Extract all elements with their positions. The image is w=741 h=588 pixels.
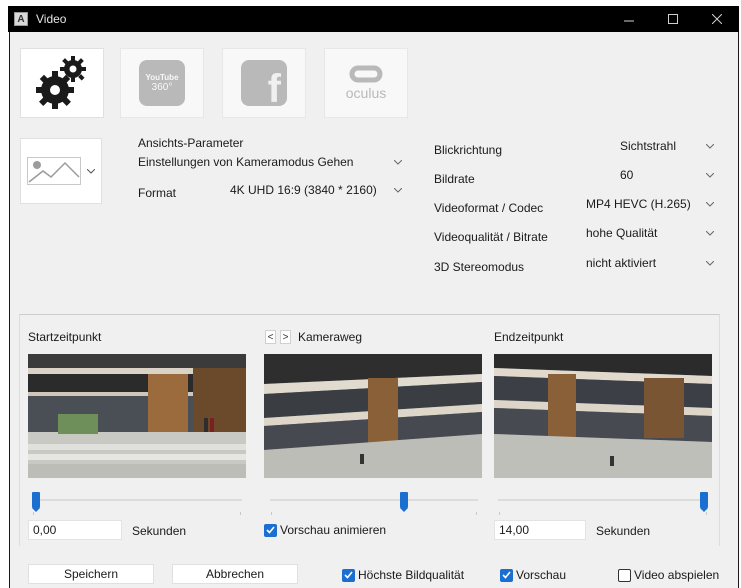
chevron-down-icon	[87, 168, 95, 174]
settings-tile[interactable]	[20, 48, 104, 118]
animate-preview-label: Vorschau animieren	[280, 523, 387, 537]
camera-prev-button[interactable]: <	[265, 330, 276, 344]
setting-select-videoqualitaet[interactable]: hohe Qualität	[584, 223, 720, 243]
setting-label-bildrate: Bildrate	[434, 172, 475, 186]
preview-checkbox[interactable]: Vorschau	[500, 568, 566, 582]
setting-value-bildrate: 60	[620, 168, 634, 182]
facebook-letter: f	[267, 67, 281, 106]
view-params-label: Ansichts-Parameter	[138, 136, 244, 150]
slider-ticks	[32, 512, 242, 516]
format-value: 4K UHD 16:9 (3840 * 2160)	[230, 183, 377, 197]
start-preview-image	[28, 354, 246, 478]
setting-label-stereomodus: 3D Stereomodus	[434, 260, 525, 274]
youtube-360-tile[interactable]: YouTube 360°	[120, 48, 204, 118]
camera-path-label: Kameraweg	[298, 330, 363, 344]
format-select[interactable]: 4K UHD 16:9 (3840 * 2160)	[228, 180, 408, 200]
end-time-slider[interactable]	[498, 490, 708, 515]
youtube-360-text: 360°	[151, 82, 173, 93]
play-video-checkbox[interactable]: Video abspielen	[618, 568, 719, 582]
oculus-label: oculus	[345, 85, 387, 101]
setting-select-videoformat[interactable]: MP4 HEVC (H.265)	[584, 194, 720, 214]
checkbox-box[interactable]	[500, 568, 513, 582]
preview-label: Vorschau	[516, 568, 567, 582]
chevron-down-icon	[392, 156, 404, 168]
youtube-360-icon: YouTube 360°	[139, 60, 185, 106]
facebook-icon: f	[241, 60, 287, 106]
setting-value-blickrichtung: Sichtstrahl	[620, 139, 677, 153]
checkbox-box[interactable]	[264, 523, 277, 537]
checkbox-box[interactable]	[342, 568, 355, 582]
oculus-ring-icon	[349, 65, 383, 83]
start-time-input[interactable]: 0,00	[28, 520, 122, 540]
camera-scene-image	[264, 354, 482, 478]
setting-label-blickrichtung: Blickrichtung	[434, 143, 503, 157]
best-quality-checkbox[interactable]: Höchste Bildqualität	[342, 568, 464, 582]
start-unit-label: Sekunden	[132, 524, 187, 538]
cancel-button[interactable]: Abbrechen	[172, 564, 298, 584]
window-controls	[607, 6, 739, 32]
slider-thumb[interactable]	[700, 492, 708, 512]
setting-value-videoformat: MP4 HEVC (H.265)	[586, 197, 691, 211]
setting-select-bildrate[interactable]: 60	[584, 165, 720, 185]
save-button[interactable]: Speichern	[28, 564, 154, 584]
slider-ticks	[270, 512, 478, 516]
play-video-label: Video abspielen	[634, 568, 720, 582]
facebook-tile[interactable]: f	[222, 48, 306, 118]
oculus-tile[interactable]: oculus	[324, 48, 408, 118]
slider-track	[498, 499, 708, 501]
setting-value-videoqualitaet: hohe Qualität	[586, 226, 658, 240]
setting-value-stereomodus: nicht aktiviert	[586, 256, 657, 270]
chevron-down-icon	[704, 169, 716, 181]
end-scene-image	[494, 354, 712, 478]
start-scene-image	[28, 354, 246, 478]
end-time-label: Endzeitpunkt	[494, 330, 564, 344]
image-landscape-icon	[27, 157, 81, 185]
title-bar-inner: A Video	[8, 6, 739, 32]
format-label: Format	[138, 186, 177, 200]
slider-track	[32, 499, 242, 501]
end-unit-label: Sekunden	[596, 524, 651, 538]
chevron-down-icon	[704, 140, 716, 152]
start-time-slider[interactable]	[32, 490, 242, 515]
youtube-logo-text: YouTube	[145, 73, 179, 82]
gears-icon	[36, 56, 86, 109]
view-params-select[interactable]: Einstellungen von Kameramodus Gehen	[136, 152, 408, 172]
end-preview-image	[494, 354, 712, 478]
window-title: Video	[36, 12, 67, 26]
setting-select-stereomodus[interactable]: nicht aktiviert	[584, 253, 720, 273]
end-time-input[interactable]: 14,00	[494, 520, 586, 540]
maximize-icon[interactable]	[651, 6, 695, 32]
minimize-icon[interactable]	[607, 6, 651, 32]
setting-label-videoformat: Videoformat / Codec	[434, 201, 544, 215]
camera-path-slider[interactable]	[270, 490, 478, 515]
animate-preview-checkbox[interactable]: Vorschau animieren	[264, 523, 386, 537]
title-bar: A Video	[0, 0, 741, 36]
chevron-down-icon	[704, 227, 716, 239]
oculus-icon: oculus	[346, 65, 386, 101]
slider-ticks	[498, 512, 708, 516]
slider-thumb[interactable]	[400, 492, 408, 512]
view-image-dropdown[interactable]	[20, 138, 102, 204]
view-params-value: Einstellungen von Kameramodus Gehen	[138, 155, 354, 169]
dialog-body: YouTube 360° f oculus Ansichts-Parameter…	[9, 32, 739, 588]
slider-thumb[interactable]	[32, 492, 40, 512]
slider-track	[270, 499, 478, 501]
chevron-down-icon	[704, 198, 716, 210]
setting-label-videoqualitaet: Videoqualität / Bitrate	[434, 230, 548, 244]
chevron-down-icon	[392, 184, 404, 196]
app-icon: A	[14, 12, 28, 26]
start-time-label: Startzeitpunkt	[28, 330, 102, 344]
camera-preview-image	[264, 354, 482, 478]
checkbox-box[interactable]	[618, 568, 631, 582]
chevron-down-icon	[704, 257, 716, 269]
close-icon[interactable]	[695, 6, 739, 32]
best-quality-label: Höchste Bildqualität	[358, 568, 465, 582]
camera-next-button[interactable]: >	[280, 330, 291, 344]
setting-select-blickrichtung[interactable]: Sichtstrahl	[584, 136, 720, 156]
